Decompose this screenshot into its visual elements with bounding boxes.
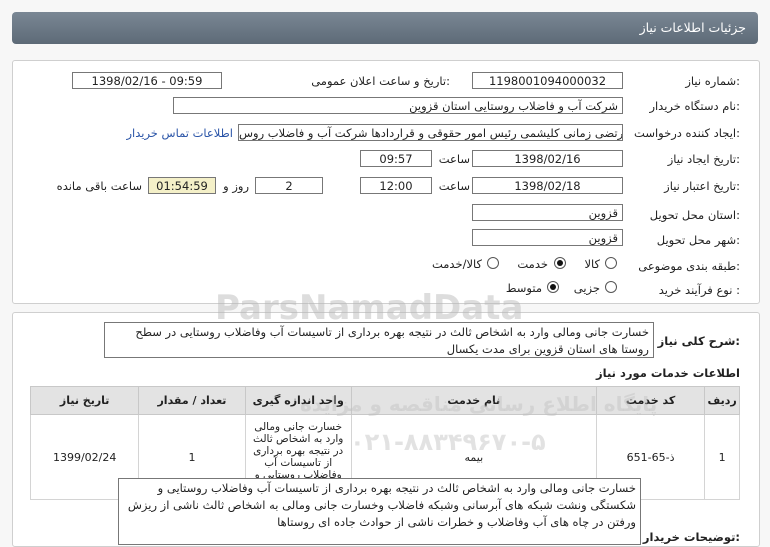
province-field: قزوین: [472, 204, 623, 221]
announce-field: 1398/02/16 - 09:59: [72, 72, 222, 89]
col-date-header: تاریخ نیاز: [29, 386, 140, 415]
need-number-field: 1198001094000032: [472, 72, 623, 89]
remaining-label: ساعت باقی مانده: [56, 179, 142, 193]
cell-index: 1: [704, 414, 740, 500]
process-minor-label: جزیی: [573, 281, 600, 295]
created-date-field: 1398/02/16: [472, 150, 623, 167]
validity-time-field: 12:00: [360, 177, 432, 194]
process-medium-radio[interactable]: [547, 281, 559, 293]
process-minor-radio[interactable]: [605, 281, 617, 293]
services-section-title: اطلاعات خدمات مورد نیاز: [596, 366, 740, 380]
created-date-label: تاریخ ایجاد نیاز:: [667, 152, 740, 166]
buyer-field: شرکت آب و فاضلاب روستایی استان قزوین: [173, 97, 623, 114]
category-both-label: کالا/خدمت: [431, 257, 482, 271]
category-service-radio[interactable]: [554, 257, 566, 269]
services-header-row: تاریخ نیاز تعداد / مقدار واحد اندازه گیر…: [29, 386, 740, 415]
city-label: شهر محل تحویل:: [656, 233, 740, 247]
days-field: 2: [255, 177, 323, 194]
col-name-header: نام خدمت: [350, 386, 597, 415]
province-label: استان محل تحویل:: [649, 208, 740, 222]
category-goods-radio[interactable]: [605, 257, 617, 269]
announce-label: تاریخ و ساعت اعلان عمومی:: [311, 74, 450, 88]
city-field: قزوین: [472, 229, 623, 246]
creator-label: ایجاد کننده درخواست:: [634, 126, 740, 140]
summary-label: شرح کلی نیاز:: [657, 334, 740, 348]
creator-field: مرتضی زمانی کلیشمی رئیس امور حقوقی و قرا…: [238, 124, 623, 141]
category-service-label: خدمت: [517, 257, 548, 271]
col-index-header: ردیف: [704, 386, 740, 415]
buyer-label: نام دستگاه خریدار:: [649, 99, 740, 113]
page-header: جزئیات اطلاعات نیاز: [12, 12, 758, 44]
created-time-label: ساعت: [438, 152, 470, 166]
contact-info-link[interactable]: اطلاعات تماس خریدار: [126, 126, 233, 140]
need-number-label: شماره نیاز:: [685, 74, 740, 88]
buyer-notes-field: خسارت جانی ومالی وارد به اشخاص ثالث در ن…: [118, 478, 641, 545]
process-medium-label: متوسط: [505, 281, 542, 295]
validity-date-label: تاریخ اعتبار نیاز:: [664, 179, 740, 193]
category-both-radio[interactable]: [487, 257, 499, 269]
created-time-field: 09:57: [360, 150, 432, 167]
buyer-notes-label: توضیحات خریدار:: [642, 530, 740, 544]
remaining-time-field: 01:54:59: [148, 177, 216, 194]
col-quantity-header: تعداد / مقدار: [138, 386, 246, 415]
page-title: جزئیات اطلاعات نیاز: [639, 20, 746, 35]
col-code-header: کد خدمت: [595, 386, 706, 415]
validity-time-label: ساعت: [438, 179, 470, 193]
process-label: نوع فرآیند خرید :: [658, 283, 740, 297]
summary-field: خسارت جانی ومالی وارد به اشخاص ثالث در ن…: [104, 322, 654, 358]
days-label: روز و: [223, 179, 249, 193]
validity-date-field: 1398/02/18: [472, 177, 623, 194]
category-goods-label: کالا: [584, 257, 600, 271]
col-unit-header: واحد اندازه گیری: [244, 386, 352, 415]
category-label: طبقه بندی موضوعی:: [638, 259, 740, 273]
